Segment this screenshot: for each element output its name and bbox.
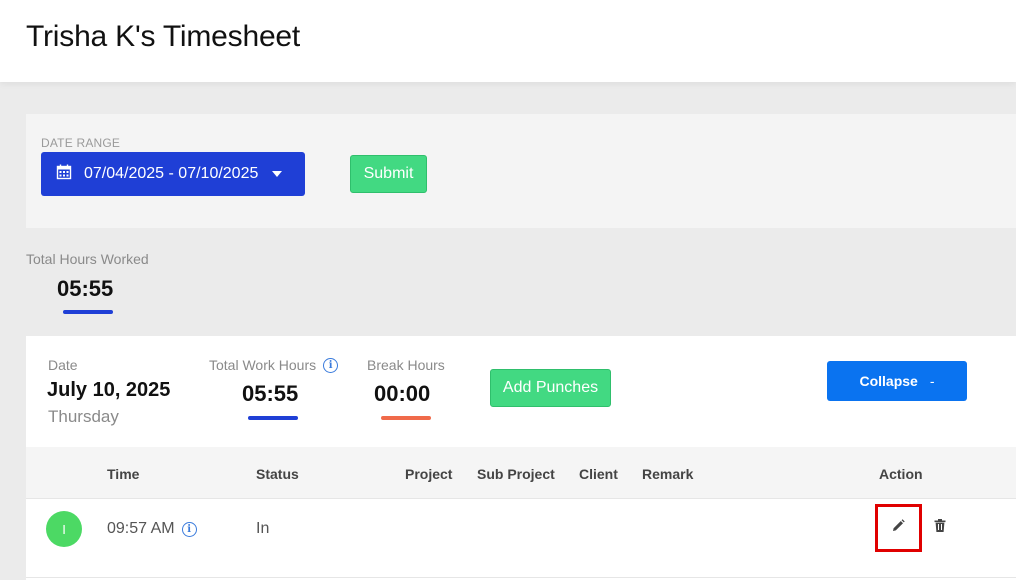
break-hours-label: Break Hours xyxy=(367,357,445,373)
punch-time: 09:57 AM xyxy=(107,520,175,537)
pencil-icon xyxy=(892,519,905,537)
column-header-action: Action xyxy=(879,466,923,482)
day-summary: Date July 10, 2025 Thursday Total Work H… xyxy=(26,336,1016,447)
total-work-hours-label-group: Total Work Hours i xyxy=(209,357,339,373)
date-range-picker[interactable]: 07/04/2025 - 07/10/2025 xyxy=(41,152,305,196)
caret-down-icon xyxy=(272,171,283,177)
work-hours-underline xyxy=(248,416,298,420)
day-card: Date July 10, 2025 Thursday Total Work H… xyxy=(26,336,1016,580)
collapse-button[interactable]: Collapse - xyxy=(827,361,967,401)
day-date: July 10, 2025 xyxy=(47,379,171,401)
submit-button[interactable]: Submit xyxy=(350,155,427,193)
avatar: I xyxy=(46,511,82,547)
table-row: I 09:57 AM i In xyxy=(26,498,1016,578)
column-header-remark: Remark xyxy=(642,466,694,482)
break-hours-value: 00:00 xyxy=(374,381,431,406)
add-punches-button[interactable]: Add Punches xyxy=(490,369,611,407)
column-header-sub-project: Sub Project xyxy=(477,466,555,482)
total-hours-underline xyxy=(63,310,113,314)
total-hours-worked-value: 05:55 xyxy=(57,276,114,301)
punch-table-header: Time Status Project Sub Project Client R… xyxy=(26,447,1016,498)
collapse-label: Collapse xyxy=(859,373,918,389)
column-header-status: Status xyxy=(256,466,299,482)
total-work-hours-value: 05:55 xyxy=(242,381,299,406)
calendar-icon xyxy=(56,164,72,185)
delete-button[interactable] xyxy=(931,518,949,538)
trash-icon xyxy=(934,519,946,537)
date-label: Date xyxy=(48,357,78,373)
info-icon[interactable]: i xyxy=(181,521,197,537)
collapse-minus-icon: - xyxy=(929,373,935,389)
column-header-time: Time xyxy=(107,466,140,482)
column-header-project: Project xyxy=(405,466,453,482)
total-hours-worked-label: Total Hours Worked xyxy=(26,251,149,267)
date-range-label: DATE RANGE xyxy=(41,136,121,150)
page-title: Trisha K's Timesheet xyxy=(26,20,301,53)
page-header: Trisha K's Timesheet xyxy=(0,0,1016,82)
total-work-hours-label: Total Work Hours xyxy=(209,357,317,373)
info-icon[interactable]: i xyxy=(323,357,339,373)
punch-time-cell: 09:57 AM i xyxy=(107,520,197,538)
day-weekday: Thursday xyxy=(48,407,119,426)
column-header-client: Client xyxy=(579,466,618,482)
edit-button[interactable] xyxy=(875,504,922,552)
date-range-value: 07/04/2025 - 07/10/2025 xyxy=(84,165,259,182)
filter-panel: DATE RANGE 07/04/2025 - 07/10/2025 Submi… xyxy=(26,114,1016,228)
break-hours-underline xyxy=(381,416,431,420)
punch-status: In xyxy=(256,520,270,537)
